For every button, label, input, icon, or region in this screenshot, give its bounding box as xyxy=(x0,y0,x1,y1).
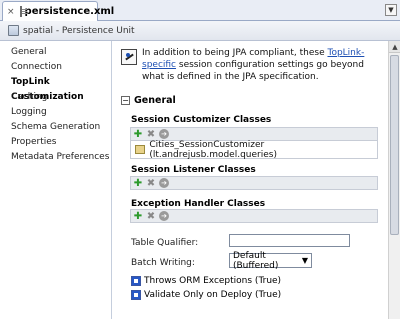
session-listener-label: Session Listener Classes xyxy=(131,165,256,175)
intro-text-part: session configuration settings go beyond… xyxy=(142,60,364,82)
sidebar-item-logging[interactable]: Logging xyxy=(0,105,111,120)
session-customizer-list: Cities_SessionCustomizer (lt.andrejusb.m… xyxy=(130,140,378,160)
batch-writing-value: Default (Buffered) xyxy=(233,250,279,271)
validate-only-on-deploy-label: Validate Only on Deploy (True) xyxy=(144,290,282,300)
remove-icon[interactable]: ✖ xyxy=(146,129,156,140)
toplink-customization-panel: In addition to being JPA compliant, thes… xyxy=(113,41,388,319)
edit-icon[interactable]: ➔ xyxy=(159,129,169,139)
sidebar-nav: General Connection TopLink Customization… xyxy=(0,41,112,319)
throws-orm-exceptions-row[interactable]: Throws ORM Exceptions (True) xyxy=(131,276,281,286)
batch-writing-label: Batch Writing: xyxy=(131,258,195,268)
list-item[interactable]: Cities_SessionCustomizer (lt.andrejusb.m… xyxy=(149,140,377,160)
exception-handler-label: Exception Handler Classes xyxy=(131,199,266,209)
general-section-header[interactable]: − General xyxy=(121,95,176,106)
persistence-unit-icon xyxy=(8,25,19,36)
scroll-thumb[interactable] xyxy=(390,55,399,235)
vertical-scrollbar[interactable]: ▲ xyxy=(388,41,400,319)
xml-file-icon xyxy=(19,6,27,17)
collapse-icon[interactable]: − xyxy=(121,96,130,105)
validate-only-on-deploy-checkbox[interactable] xyxy=(131,290,141,300)
add-icon[interactable]: ✚ xyxy=(133,178,143,189)
session-listener-toolbar: ✚ ✖ ➔ xyxy=(130,176,378,190)
sidebar-item-general[interactable]: General xyxy=(0,45,111,60)
editor-tab-strip: × persistence.xml ▼ xyxy=(0,0,400,21)
page-title: spatial - Persistence Unit xyxy=(23,25,135,36)
tab-title: persistence.xml xyxy=(24,6,115,17)
intro-text: In addition to being JPA compliant, thes… xyxy=(142,47,379,83)
validate-only-on-deploy-row[interactable]: Validate Only on Deploy (True) xyxy=(131,290,281,300)
sidebar-item-toplink-customization[interactable]: TopLink Customization xyxy=(0,75,111,102)
remove-icon[interactable]: ✖ xyxy=(146,211,156,222)
section-title: General xyxy=(134,95,176,106)
persistence-unit-titlebar: spatial - Persistence Unit xyxy=(0,21,400,41)
batch-writing-select[interactable]: Default (Buffered) ▼ xyxy=(229,250,312,271)
sidebar-item-schema-generation[interactable]: Schema Generation xyxy=(0,120,111,135)
close-icon[interactable]: × xyxy=(7,7,15,17)
scroll-up-icon[interactable]: ▲ xyxy=(389,41,400,53)
table-qualifier-input[interactable] xyxy=(229,234,350,247)
edit-icon[interactable]: ➔ xyxy=(159,178,169,188)
sidebar-item-metadata-preferences[interactable]: Metadata Preferences xyxy=(0,150,111,165)
chevron-down-icon: ▼ xyxy=(301,256,308,265)
throws-orm-exceptions-label: Throws ORM Exceptions (True) xyxy=(144,276,282,286)
class-icon xyxy=(135,145,146,154)
add-icon[interactable]: ✚ xyxy=(133,211,143,222)
toplink-icon xyxy=(121,49,137,65)
sidebar-item-properties[interactable]: Properties xyxy=(0,135,111,150)
remove-icon[interactable]: ✖ xyxy=(146,178,156,189)
throws-orm-exceptions-checkbox[interactable] xyxy=(131,276,141,286)
intro-text-part: In addition to being JPA compliant, thes… xyxy=(142,48,328,58)
add-icon[interactable]: ✚ xyxy=(133,129,143,140)
intro-note: In addition to being JPA compliant, thes… xyxy=(121,47,379,83)
edit-icon[interactable]: ➔ xyxy=(159,211,169,221)
sidebar-item-connection[interactable]: Connection xyxy=(0,60,111,75)
tab-list-dropdown-icon[interactable]: ▼ xyxy=(385,4,397,16)
table-qualifier-label: Table Qualifier: xyxy=(131,238,199,248)
editor-tab[interactable]: × persistence.xml xyxy=(2,1,114,21)
exception-handler-toolbar: ✚ ✖ ➔ xyxy=(130,209,378,223)
session-customizer-label: Session Customizer Classes xyxy=(131,115,272,125)
